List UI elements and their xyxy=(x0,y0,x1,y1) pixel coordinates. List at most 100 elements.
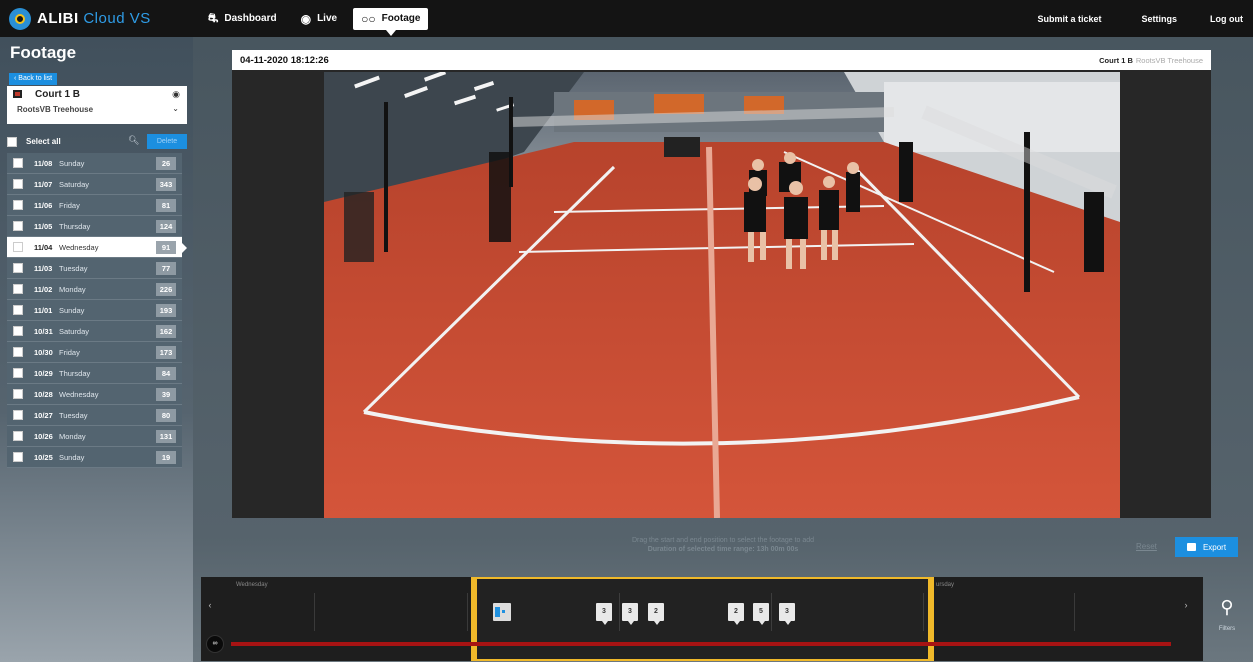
sidebar: Footage ‹ Back to list Court 1 B RootsVB… xyxy=(0,37,193,662)
nav-live[interactable]: ◉ Live xyxy=(293,8,346,30)
logout-link[interactable]: Log out xyxy=(1210,14,1243,24)
nav-dashboard-label: Dashboard xyxy=(224,13,277,24)
nav-live-label: Live xyxy=(317,13,338,24)
day-checkbox[interactable] xyxy=(13,305,23,315)
day-count-badge: 173 xyxy=(156,346,176,359)
drag-hint-text: Drag the start and end position to selec… xyxy=(631,537,815,544)
court-scene xyxy=(324,72,1120,518)
day-row[interactable]: 11/02 Monday 226 xyxy=(7,279,182,300)
car-icon: ⛐ xyxy=(208,10,219,25)
day-row[interactable]: 10/27 Tuesday 80 xyxy=(7,405,182,426)
day-name: Monday xyxy=(59,431,86,441)
day-count-badge: 39 xyxy=(156,388,176,401)
filters-button[interactable]: ⚲ Filters xyxy=(1207,597,1247,635)
video-camera-site: RootsVB Treehouse xyxy=(1135,56,1203,65)
timeline[interactable]: Wednesday ursday ‹ › 3 3 2 2 5 3 ∞ xyxy=(201,577,1203,661)
drag-hint: Drag the start and end position to selec… xyxy=(193,536,1253,554)
day-date: 11/05 xyxy=(34,221,53,231)
day-row[interactable]: 10/31 Saturday 162 xyxy=(7,321,182,342)
day-checkbox[interactable] xyxy=(13,326,23,336)
search-icon[interactable]: 🔍︎ xyxy=(128,135,139,146)
timeline-selection-range[interactable] xyxy=(471,577,934,661)
day-checkbox[interactable] xyxy=(13,200,23,210)
day-checkbox[interactable] xyxy=(13,284,23,294)
day-checkbox[interactable] xyxy=(13,158,23,168)
day-date: 10/30 xyxy=(34,347,53,357)
eye-icon[interactable]: ◉ xyxy=(172,89,180,100)
filters-label: Filters xyxy=(1218,626,1236,632)
day-date: 10/28 xyxy=(34,389,53,399)
day-checkbox[interactable] xyxy=(13,221,23,231)
day-date: 11/04 xyxy=(34,242,53,252)
day-count-badge: 26 xyxy=(156,157,176,170)
video-timestamp: 04-11-2020 18:12:26 xyxy=(240,55,329,66)
day-row[interactable]: 11/06 Friday 81 xyxy=(7,195,182,216)
chevron-down-icon[interactable]: ⌄ xyxy=(172,104,179,113)
day-date: 10/31 xyxy=(34,326,53,336)
timeline-recording-track xyxy=(231,642,1171,646)
chevron-right-icon[interactable]: › xyxy=(1179,600,1193,610)
day-checkbox[interactable] xyxy=(13,452,23,462)
settings-link[interactable]: Settings xyxy=(1141,14,1177,24)
day-date: 10/27 xyxy=(34,410,53,420)
day-row[interactable]: 11/01 Sunday 193 xyxy=(7,300,182,321)
day-row[interactable]: 10/30 Friday 173 xyxy=(7,342,182,363)
day-date: 10/26 xyxy=(34,431,53,441)
video-camera-name: Court 1 B xyxy=(1099,56,1133,65)
video-player[interactable] xyxy=(324,72,1120,518)
day-checkbox[interactable] xyxy=(13,389,23,399)
logo-icon xyxy=(9,7,31,30)
day-date: 11/08 xyxy=(34,158,53,168)
day-checkbox[interactable] xyxy=(13,347,23,357)
day-date: 11/07 xyxy=(34,179,53,189)
day-checkbox[interactable] xyxy=(13,410,23,420)
day-date: 11/06 xyxy=(34,200,53,210)
day-row[interactable]: 10/29 Thursday 84 xyxy=(7,363,182,384)
day-name: Tuesday xyxy=(59,410,88,420)
timeline-tick xyxy=(467,593,468,631)
day-name: Sunday xyxy=(59,158,85,168)
day-date: 10/25 xyxy=(34,452,53,462)
day-count-badge: 19 xyxy=(156,451,176,464)
day-checkbox[interactable] xyxy=(13,179,23,189)
back-to-list-button[interactable]: ‹ Back to list xyxy=(9,73,58,85)
nav-footage[interactable]: ○○ Footage xyxy=(353,7,429,36)
day-name: Friday xyxy=(59,200,80,210)
day-row[interactable]: 10/26 Monday 131 xyxy=(7,426,182,447)
day-name: Thursday xyxy=(59,221,91,231)
logo-text: ALIBI Cloud VS xyxy=(37,10,151,27)
day-checkbox[interactable] xyxy=(13,242,23,252)
select-all-label[interactable]: Select all xyxy=(26,137,61,146)
search-icon: ⚲ xyxy=(1220,597,1234,617)
select-all-checkbox[interactable] xyxy=(7,136,17,147)
chevron-left-icon[interactable]: ‹ xyxy=(203,600,217,610)
submit-ticket-link[interactable]: Submit a ticket xyxy=(1037,14,1101,24)
day-name: Saturday xyxy=(59,326,90,336)
delete-button[interactable]: Delete xyxy=(147,134,187,149)
export-button[interactable]: Export xyxy=(1175,537,1238,557)
nav-dashboard[interactable]: ⛐ Dashboard xyxy=(200,8,285,30)
camera-selector[interactable]: Court 1 B RootsVB Treehouse ◉ ⌄ xyxy=(7,86,187,124)
day-row[interactable]: 10/25 Sunday 19 xyxy=(7,447,182,468)
video-header: 04-11-2020 18:12:26 Court 1 B RootsVB Tre… xyxy=(232,50,1211,70)
day-date: 10/29 xyxy=(34,368,53,378)
day-row[interactable]: 11/05 Thursday 124 xyxy=(7,216,182,237)
day-row[interactable]: 11/08 Sunday 26 xyxy=(7,153,182,174)
timeline-toggle-icon[interactable]: ∞ xyxy=(206,635,224,653)
reset-link[interactable]: Reset xyxy=(1136,542,1157,551)
day-count-badge: 162 xyxy=(156,325,176,338)
page-title: Footage xyxy=(10,43,77,62)
day-date: 11/02 xyxy=(34,284,53,294)
day-checkbox[interactable] xyxy=(13,263,23,273)
day-checkbox[interactable] xyxy=(13,368,23,378)
day-checkbox[interactable] xyxy=(13,431,23,441)
day-count-badge: 81 xyxy=(156,199,176,212)
eye-icon: ◉ xyxy=(300,11,312,26)
day-row[interactable]: 11/04 Wednesday 91 xyxy=(7,237,187,258)
day-row[interactable]: 11/03 Tuesday 77 xyxy=(7,258,182,279)
day-count-badge: 124 xyxy=(156,220,176,233)
day-row[interactable]: 11/07 Saturday 343 xyxy=(7,174,182,195)
day-count-badge: 84 xyxy=(156,367,176,380)
day-row[interactable]: 10/28 Wednesday 39 xyxy=(7,384,182,405)
app-logo[interactable]: ALIBI Cloud VS xyxy=(0,7,200,30)
